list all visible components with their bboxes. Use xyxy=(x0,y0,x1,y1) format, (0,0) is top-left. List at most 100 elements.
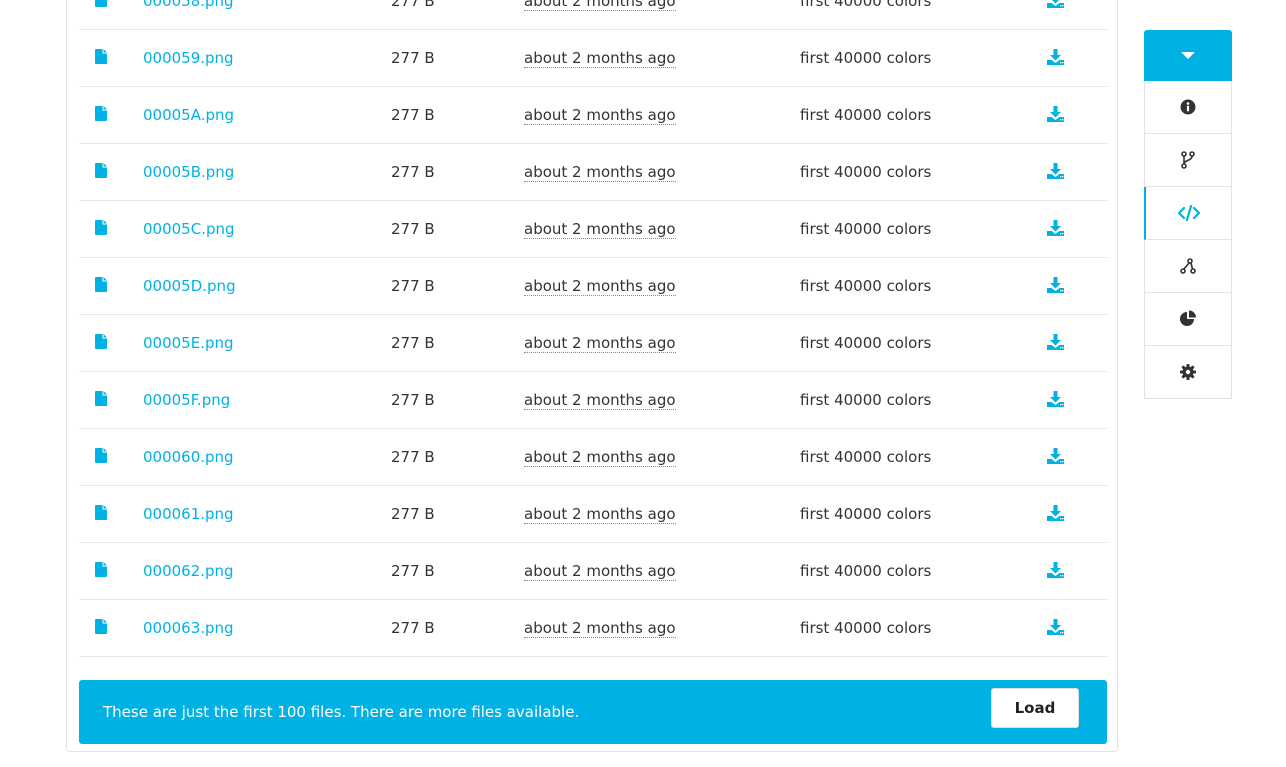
file-icon xyxy=(95,0,107,7)
file-modified-cell: about 2 months ago xyxy=(524,372,676,428)
file-type-cell xyxy=(95,258,109,314)
file-modified-cell: about 2 months ago xyxy=(524,258,676,314)
download-icon xyxy=(1047,0,1064,8)
file-name-link[interactable]: 000058.png xyxy=(143,0,234,29)
info-icon xyxy=(1180,99,1196,115)
download-button[interactable] xyxy=(1047,315,1065,371)
file-icon xyxy=(95,391,107,406)
table-row: 00005A.png 277 B about 2 months ago first 4… xyxy=(79,87,1107,144)
file-type-cell xyxy=(95,372,109,428)
table-row: 00005F.png 277 B about 2 months ago first 4… xyxy=(79,372,1107,429)
commit-message: first 40000 colors xyxy=(800,163,932,181)
table-row: 000062.png 277 B about 2 months ago first 4… xyxy=(79,543,1107,600)
file-type-cell xyxy=(95,0,109,29)
code-button[interactable] xyxy=(1144,187,1232,240)
file-type-cell xyxy=(95,429,109,485)
file-size: 277 B xyxy=(391,505,435,523)
caret-down-icon xyxy=(1181,51,1195,59)
table-row: 00005C.png 277 B about 2 months ago first 4… xyxy=(79,201,1107,258)
download-button[interactable] xyxy=(1047,600,1065,656)
commit-message: first 40000 colors xyxy=(800,562,932,580)
download-button[interactable] xyxy=(1047,258,1065,314)
file-name-link[interactable]: 00005E.png xyxy=(143,315,234,371)
download-icon xyxy=(1047,276,1064,293)
file-modified: about 2 months ago xyxy=(524,106,676,125)
download-button[interactable] xyxy=(1047,201,1065,257)
file-size: 277 B xyxy=(391,277,435,295)
file-name-link[interactable]: 000060.png xyxy=(143,429,234,485)
file-size: 277 B xyxy=(391,334,435,352)
file-name-link[interactable]: 00005B.png xyxy=(143,144,234,200)
download-icon xyxy=(1047,219,1064,236)
commit-message: first 40000 colors xyxy=(800,448,932,466)
file-modified-cell: about 2 months ago xyxy=(524,543,676,599)
more-files-notice: These are just the first 100 files. Ther… xyxy=(79,680,1107,744)
file-modified: about 2 months ago xyxy=(524,0,676,11)
file-size: 277 B xyxy=(391,619,435,637)
file-name-link[interactable]: 00005D.png xyxy=(143,258,236,314)
file-type-cell xyxy=(95,486,109,542)
notice-text: These are just the first 100 files. Ther… xyxy=(103,703,580,721)
download-button[interactable] xyxy=(1047,87,1065,143)
settings-button[interactable] xyxy=(1144,346,1232,399)
commit-message: first 40000 colors xyxy=(800,391,932,409)
download-icon xyxy=(1047,333,1064,350)
file-name-link[interactable]: 000062.png xyxy=(143,543,234,599)
download-icon xyxy=(1047,162,1064,179)
branches-button[interactable] xyxy=(1144,134,1232,187)
file-name-link[interactable]: 00005C.png xyxy=(143,201,235,257)
commit-message: first 40000 colors xyxy=(800,0,932,10)
download-button[interactable] xyxy=(1047,429,1065,485)
stats-button[interactable] xyxy=(1144,293,1232,346)
file-modified-cell: about 2 months ago xyxy=(524,429,676,485)
table-row: 000063.png 277 B about 2 months ago first 4… xyxy=(79,600,1107,657)
file-name-link[interactable]: 000063.png xyxy=(143,600,234,656)
file-name-link[interactable]: 000059.png xyxy=(143,30,234,86)
table-row: 00005B.png 277 B about 2 months ago first 4… xyxy=(79,144,1107,201)
graph-button[interactable] xyxy=(1144,240,1232,293)
file-type-cell xyxy=(95,315,109,371)
file-name-link[interactable]: 000061.png xyxy=(143,486,234,542)
file-modified-cell: about 2 months ago xyxy=(524,486,676,542)
load-button[interactable]: Load xyxy=(991,688,1079,728)
file-type-cell xyxy=(95,87,109,143)
file-icon xyxy=(95,163,107,178)
download-icon xyxy=(1047,504,1064,521)
download-icon xyxy=(1047,618,1064,635)
download-button[interactable] xyxy=(1047,144,1065,200)
file-name-link[interactable]: 00005A.png xyxy=(143,87,234,143)
file-icon xyxy=(95,619,107,634)
download-button[interactable] xyxy=(1047,486,1065,542)
file-type-cell xyxy=(95,30,109,86)
code-icon xyxy=(1177,205,1200,221)
file-size: 277 B xyxy=(391,562,435,580)
commit-message: first 40000 colors xyxy=(800,49,932,67)
collapse-toggle-button[interactable] xyxy=(1144,30,1232,81)
file-size: 277 B xyxy=(391,391,435,409)
file-size: 277 B xyxy=(391,220,435,238)
file-icon xyxy=(95,505,107,520)
file-modified-cell: about 2 months ago xyxy=(524,0,676,29)
table-row: 000061.png 277 B about 2 months ago first 4… xyxy=(79,486,1107,543)
file-modified: about 2 months ago xyxy=(524,49,676,68)
commit-message: first 40000 colors xyxy=(800,619,932,637)
table-row: 00005E.png 277 B about 2 months ago first 4… xyxy=(79,315,1107,372)
info-button[interactable] xyxy=(1144,81,1232,134)
download-button[interactable] xyxy=(1047,543,1065,599)
file-size: 277 B xyxy=(391,106,435,124)
file-modified: about 2 months ago xyxy=(524,220,676,239)
file-modified: about 2 months ago xyxy=(524,562,676,581)
side-nav xyxy=(1144,30,1232,399)
file-modified: about 2 months ago xyxy=(524,334,676,353)
file-name-link[interactable]: 00005F.png xyxy=(143,372,230,428)
download-icon xyxy=(1047,48,1064,65)
file-icon xyxy=(95,220,107,235)
file-modified: about 2 months ago xyxy=(524,277,676,296)
download-button[interactable] xyxy=(1047,372,1065,428)
download-button[interactable] xyxy=(1047,0,1065,29)
file-icon xyxy=(95,106,107,121)
file-type-cell xyxy=(95,144,109,200)
file-modified-cell: about 2 months ago xyxy=(524,30,676,86)
download-button[interactable] xyxy=(1047,30,1065,86)
download-icon xyxy=(1047,447,1064,464)
